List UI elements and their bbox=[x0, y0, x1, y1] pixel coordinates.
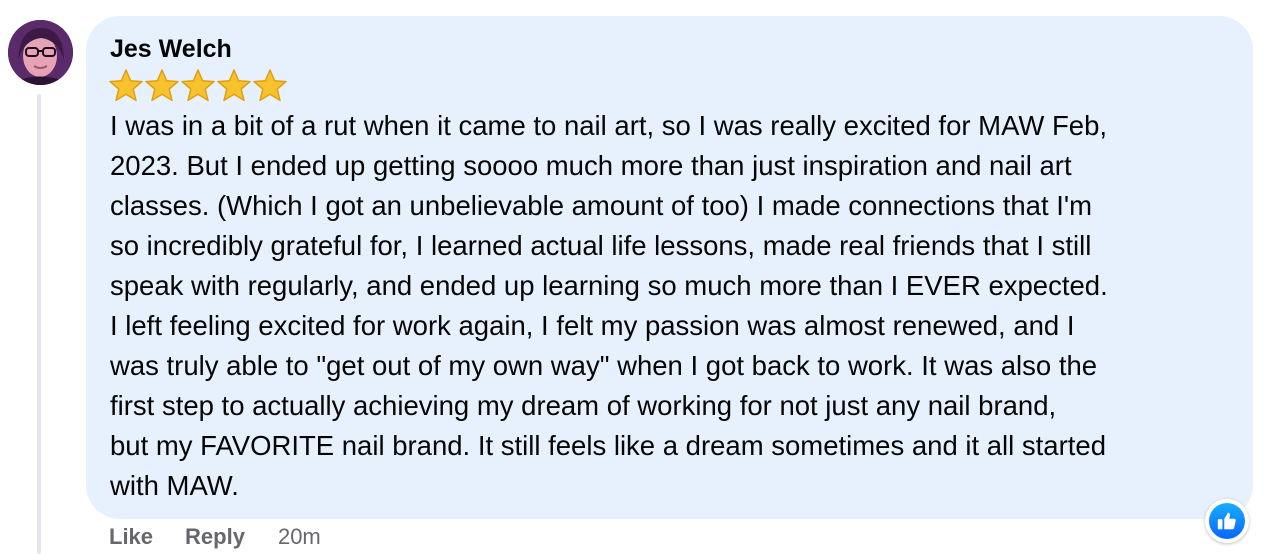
star-icon bbox=[217, 69, 251, 102]
reaction-badge[interactable] bbox=[1205, 499, 1249, 543]
like-reaction-icon bbox=[1209, 503, 1245, 539]
thread-line bbox=[37, 94, 41, 554]
comment-author[interactable]: Jes Welch bbox=[110, 34, 232, 64]
thumbs-up-icon bbox=[1217, 512, 1236, 530]
avatar[interactable] bbox=[8, 20, 73, 85]
comment-bubble: Jes Welch I was in a bit of a rut when i… bbox=[86, 16, 1253, 519]
star-icon bbox=[145, 69, 179, 102]
comment-text: I was in a bit of a rut when it came to … bbox=[110, 110, 1108, 501]
star-icon bbox=[253, 69, 287, 102]
reply-link[interactable]: Reply bbox=[185, 524, 245, 550]
avatar-image bbox=[8, 20, 73, 85]
comment-timestamp[interactable]: 20m bbox=[278, 524, 321, 550]
rating-stars bbox=[108, 68, 288, 104]
comment-actions: Like Reply 20m bbox=[109, 524, 321, 550]
star-icon bbox=[181, 69, 215, 102]
star-icon bbox=[109, 69, 143, 102]
like-link[interactable]: Like bbox=[109, 524, 153, 550]
